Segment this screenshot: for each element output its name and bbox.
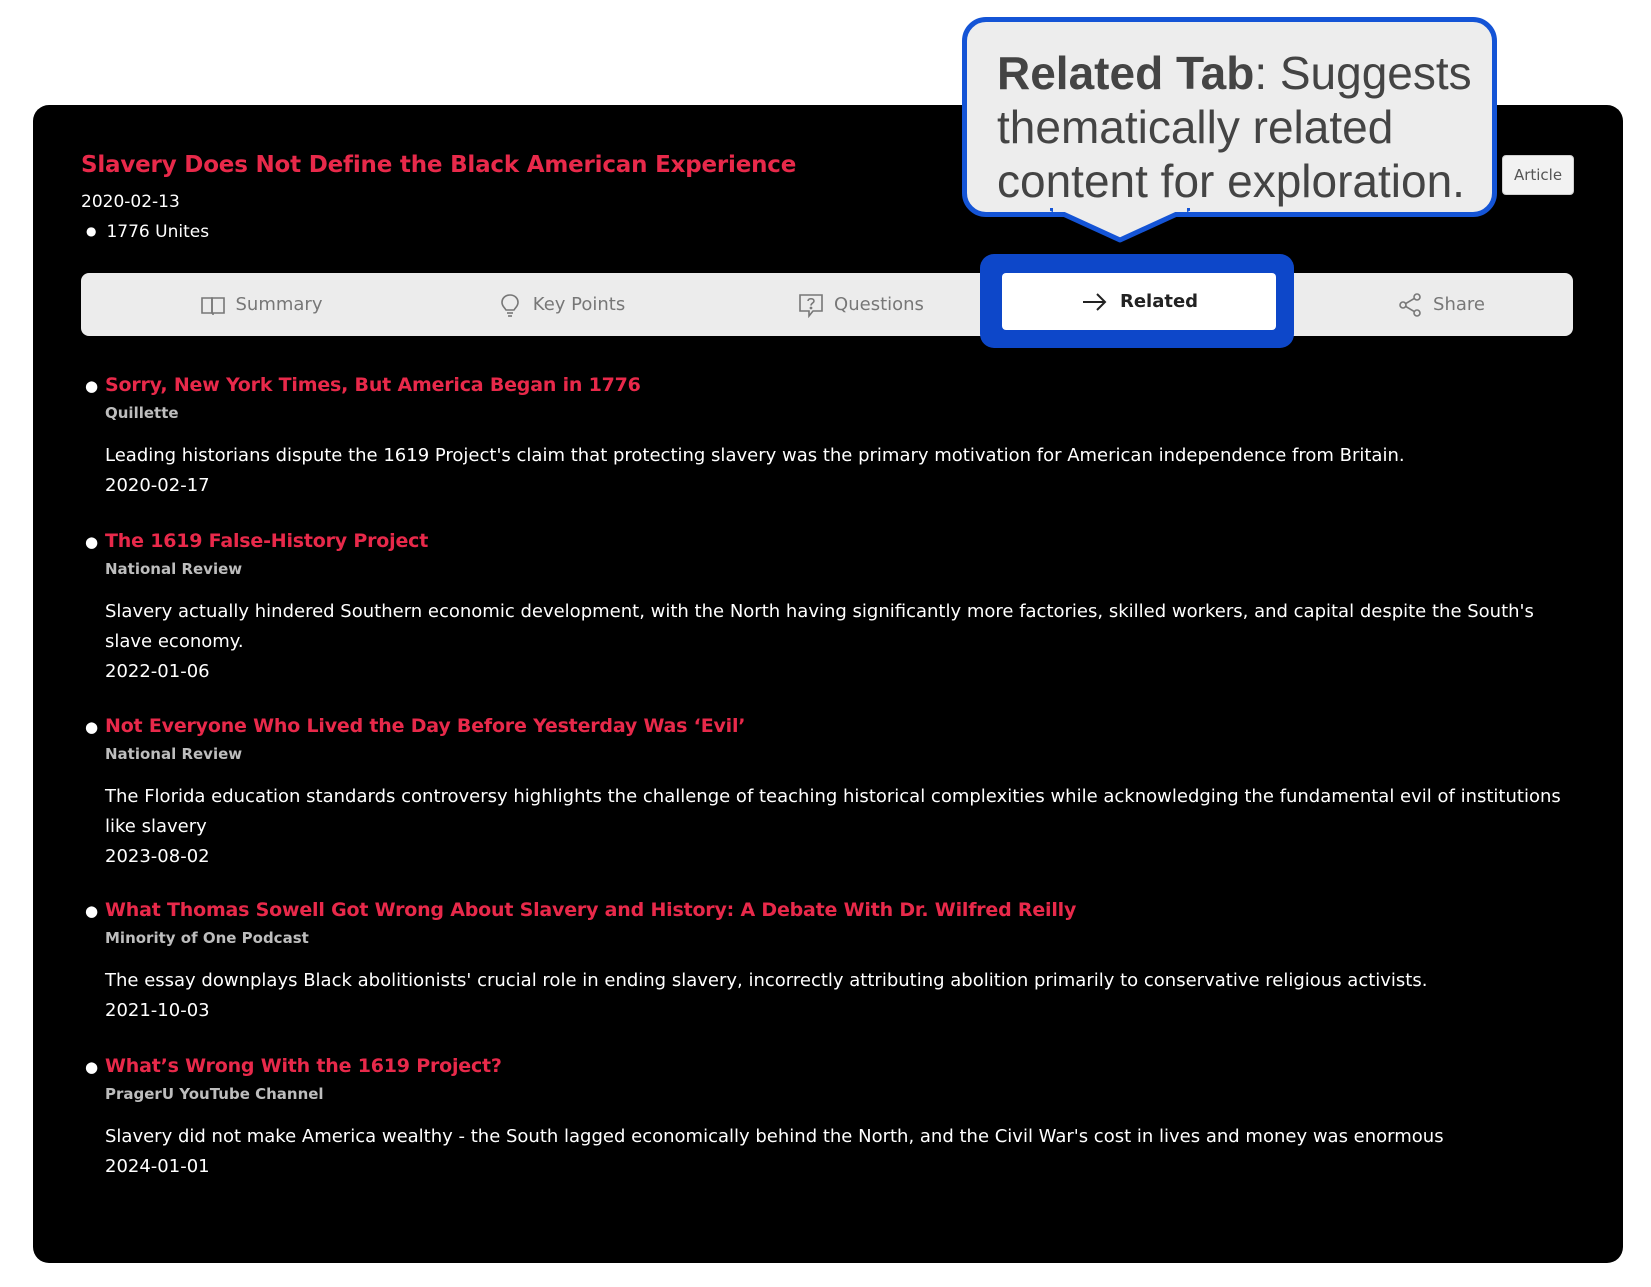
related-date: 2020-02-17: [105, 475, 210, 496]
annotation-callout: Related Tab: Suggests thematically relat…: [962, 17, 1497, 217]
callout-pointer: [1050, 208, 1190, 243]
tab-bar: Summary Key Points Questions Share: [81, 273, 1573, 336]
bullet-icon: ●: [85, 1058, 99, 1076]
related-title-link[interactable]: Sorry, New York Times, But America Began…: [105, 372, 1581, 398]
article-source-label: 1776 Unites: [106, 222, 210, 242]
related-source: National Review: [105, 560, 243, 578]
bullet-icon: ●: [85, 902, 99, 920]
related-description: Slavery did not make America wealthy - t…: [105, 1126, 1444, 1147]
tab-key-points-label: Key Points: [532, 294, 626, 315]
related-date: 2021-10-03: [105, 1000, 210, 1021]
related-title-link[interactable]: What’s Wrong With the 1619 Project?: [105, 1053, 1581, 1079]
bullet-icon: ●: [85, 533, 99, 551]
question-icon: [799, 293, 823, 318]
related-date: 2022-01-06: [105, 661, 210, 682]
bullet-icon: ●: [85, 377, 99, 395]
related-source: Minority of One Podcast: [105, 929, 309, 947]
tab-related[interactable]: Related: [1002, 273, 1276, 330]
related-description: The Florida education standards controve…: [105, 786, 1561, 837]
list-item: ● Sorry, New York Times, But America Beg…: [81, 372, 1581, 528]
tab-summary[interactable]: Summary: [151, 273, 371, 336]
article-source: ● 1776 Unites: [86, 222, 209, 242]
tab-questions[interactable]: Questions: [751, 273, 971, 336]
article-type-badge: Article: [1502, 155, 1574, 195]
related-date: 2023-08-02: [105, 846, 210, 867]
related-source: PragerU YouTube Channel: [105, 1085, 324, 1103]
related-description: The essay downplays Black abolitionists'…: [105, 970, 1428, 991]
related-source: Quillette: [105, 404, 179, 422]
callout-text: Related Tab: Suggests thematically relat…: [997, 46, 1487, 208]
lightbulb-icon: [500, 293, 519, 317]
list-item: ● What Thomas Sowell Got Wrong About Sla…: [81, 897, 1581, 1053]
related-list: ● Sorry, New York Times, But America Beg…: [81, 372, 1581, 1209]
list-item: ● Not Everyone Who Lived the Day Before …: [81, 713, 1581, 897]
article-date: 2020-02-13: [81, 192, 180, 212]
related-description: Leading historians dispute the 1619 Proj…: [105, 445, 1405, 466]
tab-share[interactable]: Share: [1341, 273, 1541, 336]
arrow-right-icon: [1082, 292, 1107, 311]
tab-key-points[interactable]: Key Points: [451, 273, 671, 336]
related-title-link[interactable]: Not Everyone Who Lived the Day Before Ye…: [105, 713, 1581, 739]
share-icon: [1399, 292, 1421, 317]
list-item: ● The 1619 False-History Project Nationa…: [81, 528, 1581, 713]
list-item: ● What’s Wrong With the 1619 Project? Pr…: [81, 1053, 1581, 1209]
related-description: Slavery actually hindered Southern econo…: [105, 601, 1534, 652]
tab-summary-label: Summary: [235, 294, 323, 315]
tab-share-label: Share: [1433, 294, 1485, 315]
book-icon: [200, 296, 225, 315]
related-title-link[interactable]: What Thomas Sowell Got Wrong About Slave…: [105, 897, 1581, 923]
related-source: National Review: [105, 745, 243, 763]
bullet-icon: ●: [86, 224, 97, 238]
tab-questions-label: Questions: [834, 294, 924, 315]
bullet-icon: ●: [85, 718, 99, 736]
callout-bold: Related Tab: [997, 47, 1255, 99]
article-title: Slavery Does Not Define the Black Americ…: [81, 152, 797, 178]
tab-related-label: Related: [1119, 291, 1199, 312]
related-date: 2024-01-01: [105, 1156, 210, 1177]
related-title-link[interactable]: The 1619 False-History Project: [105, 528, 1581, 554]
